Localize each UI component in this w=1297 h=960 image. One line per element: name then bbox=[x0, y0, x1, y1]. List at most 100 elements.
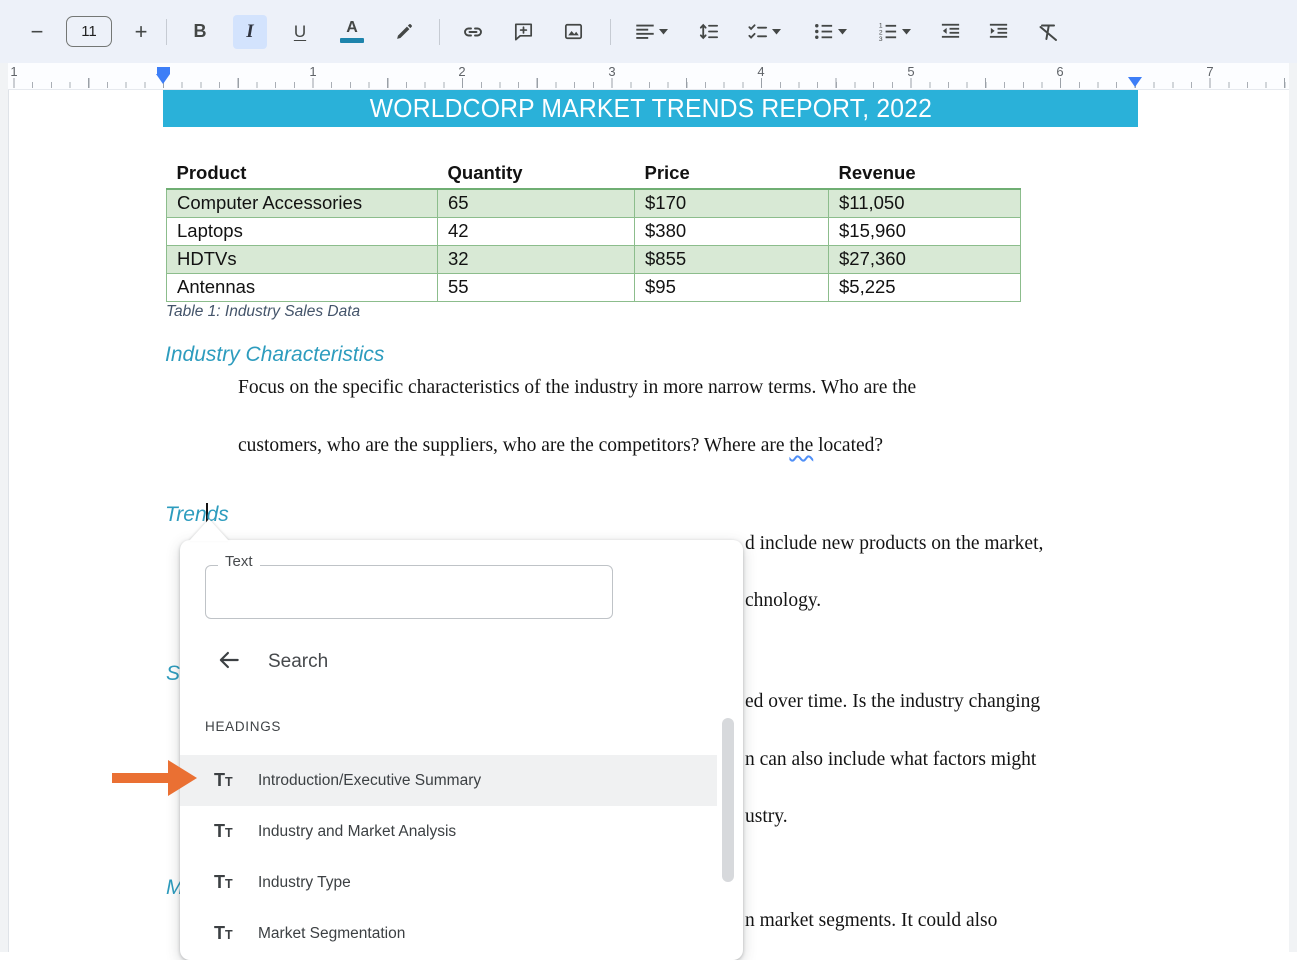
caret-down-icon bbox=[772, 29, 781, 35]
table-cell: Antennas bbox=[167, 273, 438, 301]
indent-icon bbox=[987, 20, 1010, 43]
body-text-line: n can also include what factors might bbox=[745, 749, 1036, 771]
line-spacing-button[interactable] bbox=[691, 15, 725, 49]
insert-image-button[interactable] bbox=[556, 15, 590, 49]
body-text: located? bbox=[813, 435, 883, 456]
popup-pointer bbox=[189, 519, 229, 541]
table-cell: $95 bbox=[635, 273, 829, 301]
heading-option-label: Industry Type bbox=[258, 874, 351, 892]
align-button[interactable] bbox=[627, 15, 675, 49]
text-color-button[interactable]: A bbox=[335, 15, 369, 49]
insert-link-button[interactable] bbox=[456, 15, 490, 49]
add-comment-button[interactable] bbox=[506, 15, 540, 49]
increase-font-size-button[interactable]: + bbox=[124, 15, 158, 49]
search-row[interactable]: Search bbox=[180, 640, 743, 684]
numbered-list-icon: 123 bbox=[876, 20, 899, 43]
table-row: HDTVs 32 $855 $27,360 bbox=[167, 245, 1021, 273]
horizontal-ruler: 1 1 2 3 4 5 6 7 bbox=[0, 63, 1297, 90]
heading-option-market-segmentation[interactable]: TT Market Segmentation bbox=[180, 908, 717, 959]
right-indent-marker[interactable] bbox=[1128, 77, 1142, 87]
table-cell: Laptops bbox=[167, 217, 438, 245]
text-field-label: Text bbox=[218, 553, 260, 570]
back-arrow-icon[interactable] bbox=[216, 647, 242, 678]
ruler-number: 1 bbox=[7, 64, 21, 79]
table-cell: 32 bbox=[438, 245, 635, 273]
table-cell: Computer Accessories bbox=[167, 189, 438, 217]
ruler-number: 5 bbox=[904, 64, 918, 79]
image-icon bbox=[562, 20, 585, 43]
text-color-icon: A bbox=[340, 20, 364, 43]
svg-text:3: 3 bbox=[878, 36, 882, 43]
heading-industry-characteristics: Industry Characteristics bbox=[165, 343, 384, 367]
comment-add-icon bbox=[512, 20, 535, 43]
caret-down-icon bbox=[659, 29, 668, 35]
numbered-list-button[interactable]: 123 bbox=[869, 15, 917, 49]
arrow-shaft bbox=[112, 773, 169, 783]
checklist-button[interactable] bbox=[739, 15, 787, 49]
line-spacing-icon bbox=[697, 20, 720, 43]
popup-scrollbar[interactable] bbox=[722, 718, 734, 882]
document-title-highlighted: WORLDCORP MARKET TRENDS REPORT, 2022 bbox=[163, 90, 1138, 127]
heading-partial-s: S bbox=[166, 662, 180, 686]
body-text-line: n market segments. It could also bbox=[745, 910, 997, 932]
decrease-indent-button[interactable] bbox=[933, 15, 967, 49]
body-text-line: chnology. bbox=[745, 590, 821, 612]
table-cell: $5,225 bbox=[829, 273, 1021, 301]
column-header: Quantity bbox=[438, 160, 635, 189]
ruler-ticks bbox=[0, 78, 1297, 88]
table-header-row: Product Quantity Price Revenue bbox=[167, 160, 1021, 189]
table-cell: $15,960 bbox=[829, 217, 1021, 245]
outdent-icon bbox=[939, 20, 962, 43]
left-indent-marker[interactable] bbox=[156, 74, 170, 84]
toolbar-divider bbox=[166, 19, 167, 45]
table-cell: $27,360 bbox=[829, 245, 1021, 273]
table-cell: $855 bbox=[635, 245, 829, 273]
heading-option-label: Introduction/Executive Summary bbox=[258, 772, 481, 790]
heading-option-label: Industry and Market Analysis bbox=[258, 823, 456, 841]
heading-option-label: Market Segmentation bbox=[258, 925, 405, 943]
table-cell: $170 bbox=[635, 189, 829, 217]
ruler-number: 1 bbox=[306, 64, 320, 79]
table-cell: HDTVs bbox=[167, 245, 438, 273]
bold-button[interactable]: B bbox=[183, 15, 217, 49]
first-line-indent-marker[interactable] bbox=[157, 67, 170, 74]
ruler-number: 6 bbox=[1053, 64, 1067, 79]
grammar-flagged-word[interactable]: the bbox=[789, 435, 813, 456]
toolbar-divider bbox=[439, 19, 440, 45]
table-cell: 55 bbox=[438, 273, 635, 301]
heading-option-industry-type[interactable]: TT Industry Type bbox=[180, 857, 717, 908]
table-caption: Table 1: Industry Sales Data bbox=[166, 303, 360, 321]
table-row: Antennas 55 $95 $5,225 bbox=[167, 273, 1021, 301]
text-input[interactable] bbox=[205, 565, 613, 619]
increase-indent-button[interactable] bbox=[981, 15, 1015, 49]
formatting-toolbar: − 11 + B I U A bbox=[0, 0, 1297, 63]
heading-option-industry-market-analysis[interactable]: TT Industry and Market Analysis bbox=[180, 806, 717, 857]
font-size-input[interactable]: 11 bbox=[66, 16, 112, 47]
clear-formatting-button[interactable] bbox=[1031, 15, 1065, 49]
toolbar-divider bbox=[610, 19, 611, 45]
headings-section-label: HEADINGS bbox=[205, 719, 281, 734]
column-header: Product bbox=[167, 160, 438, 189]
caret-down-icon bbox=[902, 29, 911, 35]
decrease-font-size-button[interactable]: − bbox=[20, 15, 54, 49]
heading-option-introduction[interactable]: TT Introduction/Executive Summary bbox=[180, 755, 717, 806]
table-cell: $11,050 bbox=[829, 189, 1021, 217]
page-edge-line bbox=[8, 90, 9, 952]
caret-down-icon bbox=[838, 29, 847, 35]
ruler-number: 4 bbox=[754, 64, 768, 79]
bulleted-list-button[interactable] bbox=[805, 15, 853, 49]
ruler-number: 2 bbox=[455, 64, 469, 79]
italic-button[interactable]: I bbox=[233, 15, 267, 49]
checklist-icon bbox=[746, 20, 769, 43]
column-header: Revenue bbox=[829, 160, 1021, 189]
body-text-line: ed over time. Is the industry changing bbox=[745, 691, 1040, 713]
align-left-icon bbox=[634, 21, 656, 43]
link-headings-popup: Text Search HEADINGS TT Introduction/Exe… bbox=[180, 540, 743, 960]
link-icon bbox=[461, 20, 485, 44]
table-cell: $380 bbox=[635, 217, 829, 245]
underline-button[interactable]: U bbox=[283, 15, 317, 49]
body-text-line: d include new products on the market, bbox=[745, 533, 1043, 555]
highlight-color-button[interactable] bbox=[387, 15, 421, 49]
table-row: Computer Accessories 65 $170 $11,050 bbox=[167, 189, 1021, 217]
page-right-gutter bbox=[1289, 63, 1297, 952]
